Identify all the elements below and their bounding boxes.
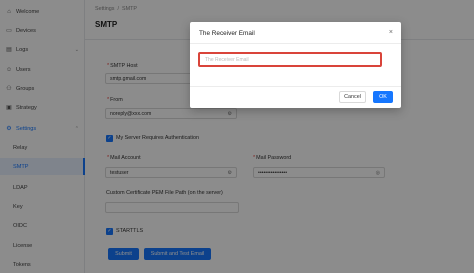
cancel-button[interactable]: Cancel	[339, 91, 366, 103]
receiver-email-input[interactable]: The Receiver Email	[198, 52, 382, 67]
dialog-footer-divider	[190, 86, 401, 87]
dialog-title: The Receiver Email	[199, 30, 255, 37]
receiver-email-dialog: The Receiver Email × The Receiver Email …	[190, 22, 401, 108]
dialog-divider	[190, 43, 401, 44]
close-icon[interactable]: ×	[389, 29, 393, 36]
ok-button[interactable]: OK	[373, 91, 393, 103]
